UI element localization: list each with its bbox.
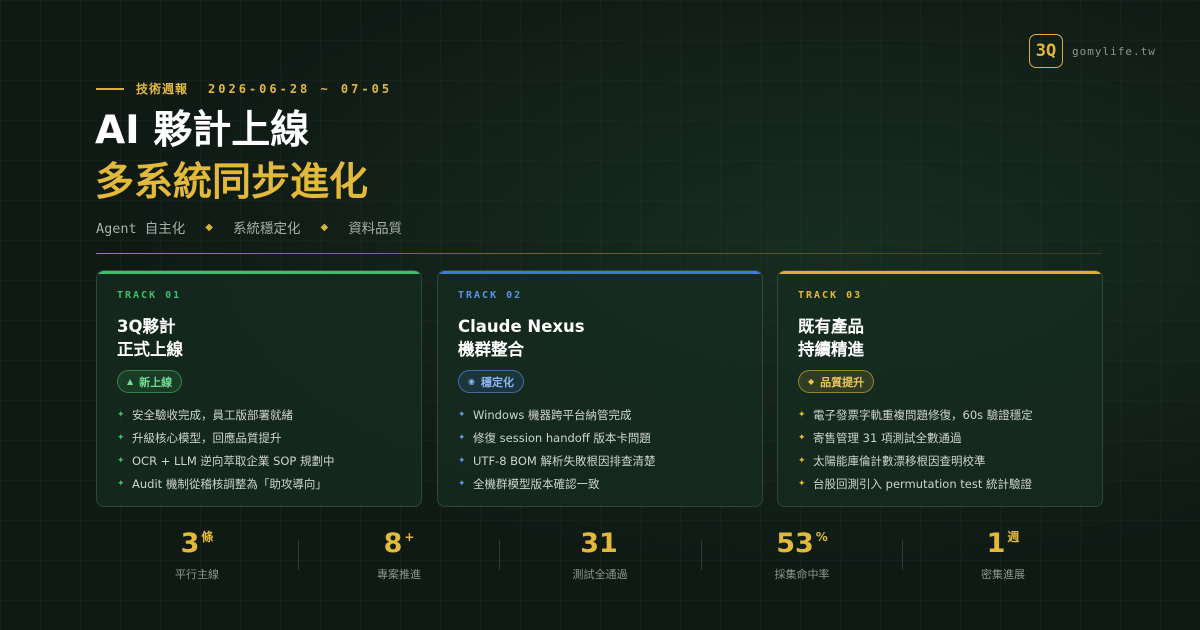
diamond-icon: ◆ — [205, 221, 213, 233]
card-accent-bar — [438, 271, 762, 274]
list-item: ✦ Audit 機制從稽核調整為「助攻導向」 — [117, 476, 327, 491]
sparkle-icon: ✦ — [798, 432, 806, 443]
diamond-icon: ◆ — [808, 377, 815, 386]
card-title: Claude Nexus 機群整合 — [458, 315, 585, 361]
list-item: ✦ 台股回測引入 permutation test 統計驗證 — [798, 476, 1033, 491]
sparkle-icon: ✦ — [117, 478, 125, 489]
sparkle-icon: ✦ — [458, 455, 466, 466]
status-badge-label: 新上線 — [139, 375, 173, 389]
eyebrow-tag: 技術週報 — [136, 82, 189, 96]
keyword-line: Agent 自主化 ◆ 系統穩定化 ◆ 資料品質 — [96, 217, 402, 237]
card-title-line1: Claude Nexus — [458, 317, 585, 336]
track-card-3: TRACK 03 既有產品 持續精進 ◆ 品質提升 ✦ 電子發票字軌重複問題修復，… — [777, 270, 1103, 507]
list-item: ✦ 全機群模型版本確認一致 — [458, 476, 600, 491]
card-track-label: TRACK 02 — [458, 290, 523, 301]
card-track-label: TRACK 03 — [798, 290, 863, 301]
brand-logo: 3Q gomylife.tw — [1029, 34, 1156, 68]
dot-icon: ◉ — [468, 377, 475, 386]
stat-value: 53% — [776, 528, 828, 559]
stat-tests-passed: 31 測試全通過 — [520, 528, 680, 582]
stat-label: 測試全通過 — [572, 568, 628, 582]
stat-divider — [701, 540, 702, 570]
list-item: ✦ OCR + LLM 逆向萃取企業 SOP 規劃中 — [117, 453, 335, 468]
stat-divider — [499, 540, 500, 570]
status-badge: ◆ 品質提升 — [798, 370, 875, 393]
triangle-up-icon: ▲ — [127, 377, 134, 386]
page-title-line1: AI 夥計上線 — [95, 108, 310, 153]
sparkle-icon: ✦ — [117, 455, 125, 466]
list-item: ✦ Windows 機器跨平台納管完成 — [458, 407, 632, 422]
card-item-list: ✦ Windows 機器跨平台納管完成 ✦ 修復 session handoff 版… — [458, 403, 752, 495]
sparkle-icon: ✦ — [458, 409, 466, 420]
page-title-line2: 多系統同步進化 — [95, 160, 369, 205]
stat-week: 1週 密集進展 — [923, 528, 1083, 582]
date-range: 2026-06-28 ~ 07-05 — [208, 81, 393, 96]
stat-divider — [902, 540, 903, 570]
status-badge-label: 穩定化 — [480, 375, 514, 389]
card-title: 3Q夥計 正式上線 — [117, 315, 183, 361]
stat-value: 3條 — [180, 528, 214, 559]
keyword-stability: 系統穩定化 — [232, 221, 301, 237]
card-item-list: ✦ 電子發票字軌重複問題修復，60s 驗證穩定 ✦ 寄售管理 31 項測試全數通過 … — [798, 403, 1092, 495]
track-card-2: TRACK 02 Claude Nexus 機群整合 ◉ 穩定化 ✦ Window… — [437, 270, 763, 507]
card-item-list: ✦ 安全驗收完成，員工版部署就緒 ✦ 升級核心模型，回應品質提升 ✦ OCR + LL… — [117, 403, 411, 495]
sparkle-icon: ✦ — [798, 478, 806, 489]
card-title-line2: 正式上線 — [117, 340, 183, 360]
stat-label: 採集命中率 — [774, 568, 830, 582]
eyebrow: 技術週報 2026-06-28 ~ 07-05 — [96, 80, 392, 97]
list-item: ✦ 安全驗收完成，員工版部署就緒 — [117, 407, 293, 422]
stat-parallel-tracks: 3條 平行主線 — [117, 528, 277, 582]
keyword-agent: Agent 自主化 — [96, 221, 186, 237]
stat-label: 密集進展 — [981, 568, 1025, 582]
list-item: ✦ 修復 session handoff 版本卡問題 — [458, 430, 651, 445]
sparkle-icon: ✦ — [798, 455, 806, 466]
brand-badge: 3Q — [1029, 34, 1063, 68]
track-card-1: TRACK 01 3Q夥計 正式上線 ▲ 新上線 ✦ 安全驗收完成，員工版部署就緒… — [96, 270, 422, 507]
card-track-label: TRACK 01 — [117, 290, 182, 301]
card-title-line2: 持續精進 — [798, 340, 864, 360]
list-item: ✦ 升級核心模型，回應品質提升 — [117, 430, 282, 445]
status-badge-label: 品質提升 — [820, 375, 865, 389]
stat-label: 平行主線 — [175, 568, 219, 582]
card-accent-bar — [778, 271, 1102, 274]
stat-value: 31 — [580, 528, 618, 559]
list-item: ✦ 寄售管理 31 項測試全數通過 — [798, 430, 962, 445]
header-divider — [96, 253, 1102, 254]
stat-value: 1週 — [986, 528, 1020, 559]
list-item: ✦ 電子發票字軌重複問題修復，60s 驗證穩定 — [798, 407, 1033, 422]
sparkle-icon: ✦ — [117, 409, 125, 420]
card-title-line2: 機群整合 — [458, 340, 524, 360]
list-item: ✦ UTF-8 BOM 解析失敗根因排查清楚 — [458, 453, 656, 468]
card-title: 既有產品 持續精進 — [798, 315, 864, 361]
keyword-data-quality: 資料品質 — [348, 221, 403, 237]
card-title-line1: 3Q夥計 — [117, 317, 176, 336]
card-title-line1: 既有產品 — [798, 317, 864, 336]
sparkle-icon: ✦ — [117, 432, 125, 443]
card-accent-bar — [97, 271, 421, 274]
stat-label: 專案推進 — [377, 568, 421, 582]
status-badge: ▲ 新上線 — [117, 370, 183, 393]
eyebrow-line — [96, 87, 124, 90]
stat-projects: 8 + 專案推進 — [319, 528, 479, 582]
stat-value: 8 + — [383, 528, 415, 559]
stat-hit-rate: 53% 採集命中率 — [722, 528, 882, 582]
sparkle-icon: ✦ — [458, 432, 466, 443]
sparkle-icon: ✦ — [798, 409, 806, 420]
status-badge: ◉ 穩定化 — [458, 370, 524, 393]
brand-domain: gomylife.tw — [1072, 44, 1156, 58]
sparkle-icon: ✦ — [458, 478, 466, 489]
list-item: ✦ 太陽能庫倫計數漂移根因查明校準 — [798, 453, 986, 468]
diamond-icon: ◆ — [320, 221, 329, 233]
stat-divider — [298, 540, 299, 570]
